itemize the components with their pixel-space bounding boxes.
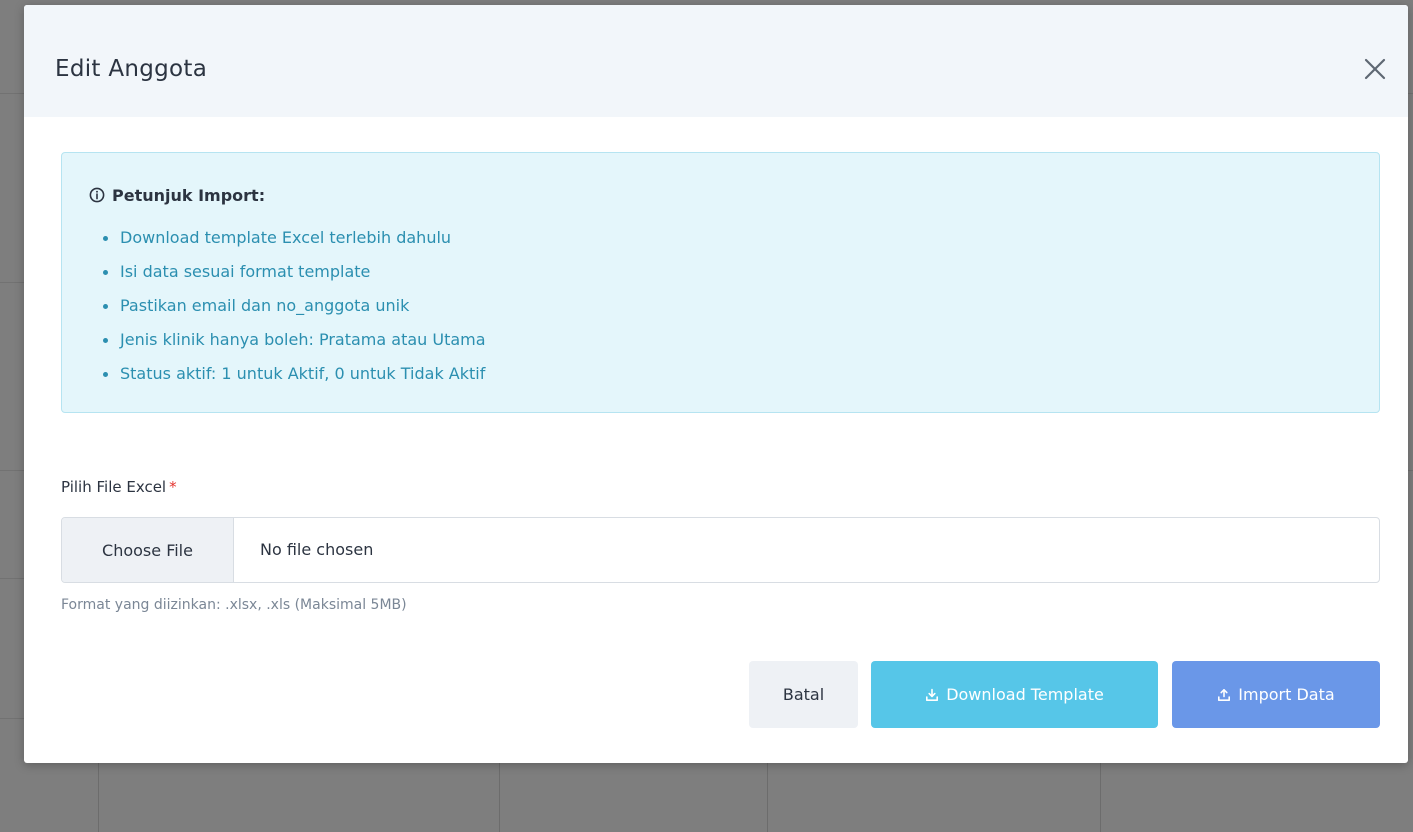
upload-icon [1218,688,1231,701]
import-data-label: Import Data [1238,685,1335,704]
file-status-text: No file chosen [260,540,374,559]
modal-header: Edit Anggota [24,5,1408,117]
background-table-divider [1100,762,1101,832]
close-button[interactable] [1358,52,1392,86]
file-format-help: Format yang diizinkan: .xlsx, .xls (Maks… [61,597,407,613]
background-row-divider [0,718,24,719]
background-table-divider [98,762,99,832]
required-asterisk: * [169,478,177,496]
modal-title: Edit Anggota [55,56,208,82]
file-field-label: Pilih File Excel * [61,476,177,498]
cancel-button[interactable]: Batal [749,661,858,728]
instruction-item: Download template Excel terlebih dahulu [103,221,486,255]
import-data-button[interactable]: Import Data [1172,661,1380,728]
instruction-item: Pastikan email dan no_anggota unik [103,289,486,323]
edit-anggota-modal: Edit Anggota Petunjuk Import: Download t… [24,5,1408,763]
choose-file-button[interactable]: Choose File [62,518,234,582]
info-circle-icon [89,187,105,203]
download-template-label: Download Template [946,685,1104,704]
instruction-item: Status aktif: 1 untuk Aktif, 0 untuk Tid… [103,357,486,391]
background-row-divider [1408,93,1413,94]
cancel-button-label: Batal [782,685,825,704]
background-table-divider [767,762,768,832]
background-table-divider [499,762,500,832]
download-template-button[interactable]: Download Template [871,661,1158,728]
download-icon [926,688,939,701]
alert-heading-text: Petunjuk Import: [112,185,266,205]
instruction-list: Download template Excel terlebih dahulu … [103,221,486,391]
instruction-item: Isi data sesuai format template [103,255,486,289]
excel-file-input[interactable]: Choose File No file chosen [61,517,1380,583]
background-row-divider [0,470,24,471]
import-instructions-alert: Petunjuk Import: Download template Excel… [61,152,1380,413]
background-row-divider [0,93,24,94]
close-icon [1364,58,1386,80]
alert-heading: Petunjuk Import: [89,183,265,207]
background-row-divider [0,282,24,283]
file-field-label-text: Pilih File Excel [61,478,167,496]
background-row-divider [0,578,24,579]
background-row-divider [1408,470,1413,471]
instruction-item: Jenis klinik hanya boleh: Pratama atau U… [103,323,486,357]
